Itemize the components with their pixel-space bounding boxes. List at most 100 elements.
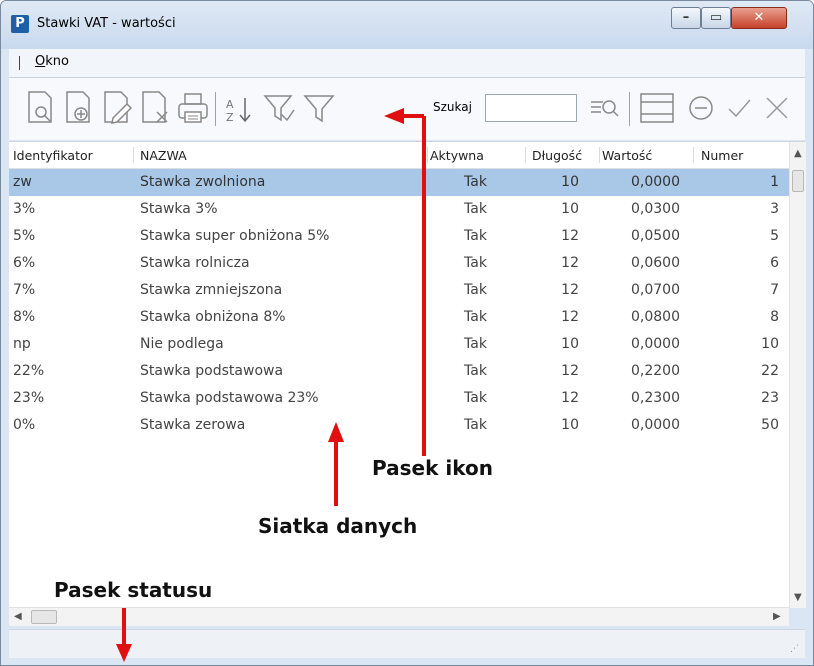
confirm-check-icon[interactable]	[721, 88, 757, 128]
maximize-button[interactable]: ▭	[701, 7, 731, 29]
delete-document-icon[interactable]	[137, 88, 173, 128]
cell-aktywna: Tak	[464, 363, 487, 379]
column-divider[interactable]	[525, 147, 526, 163]
search-input[interactable]	[485, 94, 577, 122]
table-row[interactable]: 6% Stawka rolnicza Tak 12 0,0600 6	[9, 250, 789, 277]
cell-nazwa: Stawka zmniejszona	[140, 282, 283, 298]
vertical-scroll-thumb[interactable]	[792, 170, 804, 192]
table-row[interactable]: 0% Stawka zerowa Tak 10 0,0000 50	[9, 412, 789, 439]
column-divider[interactable]	[133, 147, 134, 163]
table-row[interactable]: 8% Stawka obniżona 8% Tak 12 0,0800 8	[9, 304, 789, 331]
toolbar: AZ Szukaj	[9, 78, 805, 140]
cell-identyfikator: 3%	[13, 201, 36, 217]
table-row[interactable]: 5% Stawka super obniżona 5% Tak 12 0,0500 5	[9, 223, 789, 250]
svg-text:A: A	[226, 98, 234, 111]
vertical-scrollbar[interactable]: ▲ ▼	[789, 142, 806, 608]
scroll-down-icon[interactable]: ▼	[794, 592, 802, 603]
cell-nazwa: Stawka zerowa	[140, 417, 246, 433]
cell-dlugosc: 12	[561, 282, 579, 298]
status-annotation-label: Pasek statusu	[54, 578, 213, 602]
close-window-button[interactable]: ✕	[731, 7, 787, 29]
scroll-left-icon[interactable]: ◀	[14, 611, 22, 622]
cell-nazwa: Stawka rolnicza	[140, 255, 250, 271]
cell-identyfikator: zw	[13, 174, 32, 190]
cell-numer: 5	[770, 228, 779, 244]
column-divider[interactable]	[599, 147, 600, 163]
cell-wartosc: 0,0300	[631, 201, 680, 217]
column-divider[interactable]	[693, 147, 694, 163]
toolbar-separator	[629, 92, 630, 126]
cell-wartosc: 0,0700	[631, 282, 680, 298]
cell-numer: 10	[761, 336, 779, 352]
minimize-icon: –	[682, 10, 690, 25]
toolbar-annotation-label: Pasek ikon	[372, 456, 493, 480]
cell-aktywna: Tak	[464, 417, 487, 433]
column-header-dlugosc[interactable]: Długość	[532, 148, 582, 163]
cell-wartosc: 0,0000	[631, 417, 680, 433]
cell-nazwa: Nie podlega	[140, 336, 224, 352]
toolbar-separator	[215, 92, 216, 126]
cell-aktywna: Tak	[464, 228, 487, 244]
sort-az-icon[interactable]: AZ	[221, 88, 257, 128]
cell-aktywna: Tak	[464, 255, 487, 271]
add-document-icon[interactable]	[61, 88, 97, 128]
cell-numer: 50	[761, 417, 779, 433]
close-x-icon[interactable]	[759, 88, 795, 128]
cell-identyfikator: 8%	[13, 309, 36, 325]
app-logo-icon: P	[11, 15, 29, 33]
cell-identyfikator: np	[13, 336, 31, 352]
column-header-wartosc[interactable]: Wartość	[602, 148, 652, 163]
grid-layout-icon[interactable]	[639, 88, 675, 128]
table-row[interactable]: 22% Stawka podstawowa Tak 12 0,2200 22	[9, 358, 789, 385]
title-bar[interactable]: P Stawki VAT - wartości – ▭ ✕	[1, 1, 813, 49]
cancel-circle-icon[interactable]	[683, 88, 719, 128]
resize-grip-icon[interactable]: ⋰	[790, 644, 799, 654]
column-header-aktywna[interactable]: Aktywna	[430, 148, 484, 163]
filter-icon[interactable]	[301, 88, 337, 128]
cell-dlugosc: 12	[561, 390, 579, 406]
cell-dlugosc: 10	[561, 201, 579, 217]
menu-item-okno[interactable]: Okno	[35, 54, 69, 69]
cell-numer: 3	[770, 201, 779, 217]
cell-nazwa: Stawka obniżona 8%	[140, 309, 286, 325]
cell-identyfikator: 22%	[13, 363, 45, 379]
cell-wartosc: 0,2300	[631, 390, 680, 406]
cell-nazwa: Stawka super obniżona 5%	[140, 228, 330, 244]
cell-wartosc: 0,0600	[631, 255, 680, 271]
column-header-numer[interactable]: Numer	[701, 148, 743, 163]
table-row[interactable]: zw Stawka zwolniona Tak 10 0,0000 1	[9, 169, 789, 196]
filter-clear-icon[interactable]	[261, 88, 297, 128]
print-icon[interactable]	[175, 88, 211, 128]
cell-dlugosc: 12	[561, 228, 579, 244]
cell-identyfikator: 23%	[13, 390, 45, 406]
column-header-nazwa[interactable]: NAZWA	[140, 148, 187, 163]
column-divider[interactable]	[427, 147, 428, 163]
cell-identyfikator: 7%	[13, 282, 36, 298]
menu-separator	[19, 56, 20, 70]
cell-nazwa: Stawka podstawowa	[140, 363, 284, 379]
table-row[interactable]: np Nie podlega Tak 10 0,0000 10	[9, 331, 789, 358]
table-row[interactable]: 23% Stawka podstawowa 23% Tak 12 0,2300 23	[9, 385, 789, 412]
column-header-identyfikator[interactable]: Identyfikator	[13, 148, 93, 163]
cell-numer: 8	[770, 309, 779, 325]
cell-identyfikator: 5%	[13, 228, 36, 244]
cell-numer: 7	[770, 282, 779, 298]
cell-dlugosc: 12	[561, 309, 579, 325]
horizontal-scrollbar[interactable]: ◀ ▶	[9, 607, 789, 626]
cell-aktywna: Tak	[464, 390, 487, 406]
scroll-up-icon[interactable]: ▲	[794, 148, 802, 159]
cell-numer: 23	[761, 390, 779, 406]
table-row[interactable]: 7% Stawka zmniejszona Tak 12 0,0700 7	[9, 277, 789, 304]
close-icon: ✕	[753, 10, 765, 25]
edit-document-icon[interactable]	[99, 88, 135, 128]
search-filter-icon[interactable]	[587, 88, 623, 128]
table-row[interactable]: 3% Stawka 3% Tak 10 0,0300 3	[9, 196, 789, 223]
cell-wartosc: 0,0500	[631, 228, 680, 244]
menu-bar: Okno	[9, 49, 805, 78]
cell-aktywna: Tak	[464, 336, 487, 352]
view-document-icon[interactable]	[23, 88, 59, 128]
scroll-right-icon[interactable]: ▶	[773, 611, 781, 622]
minimize-button[interactable]: –	[671, 7, 701, 29]
horizontal-scroll-thumb[interactable]	[31, 610, 57, 624]
cell-aktywna: Tak	[464, 201, 487, 217]
